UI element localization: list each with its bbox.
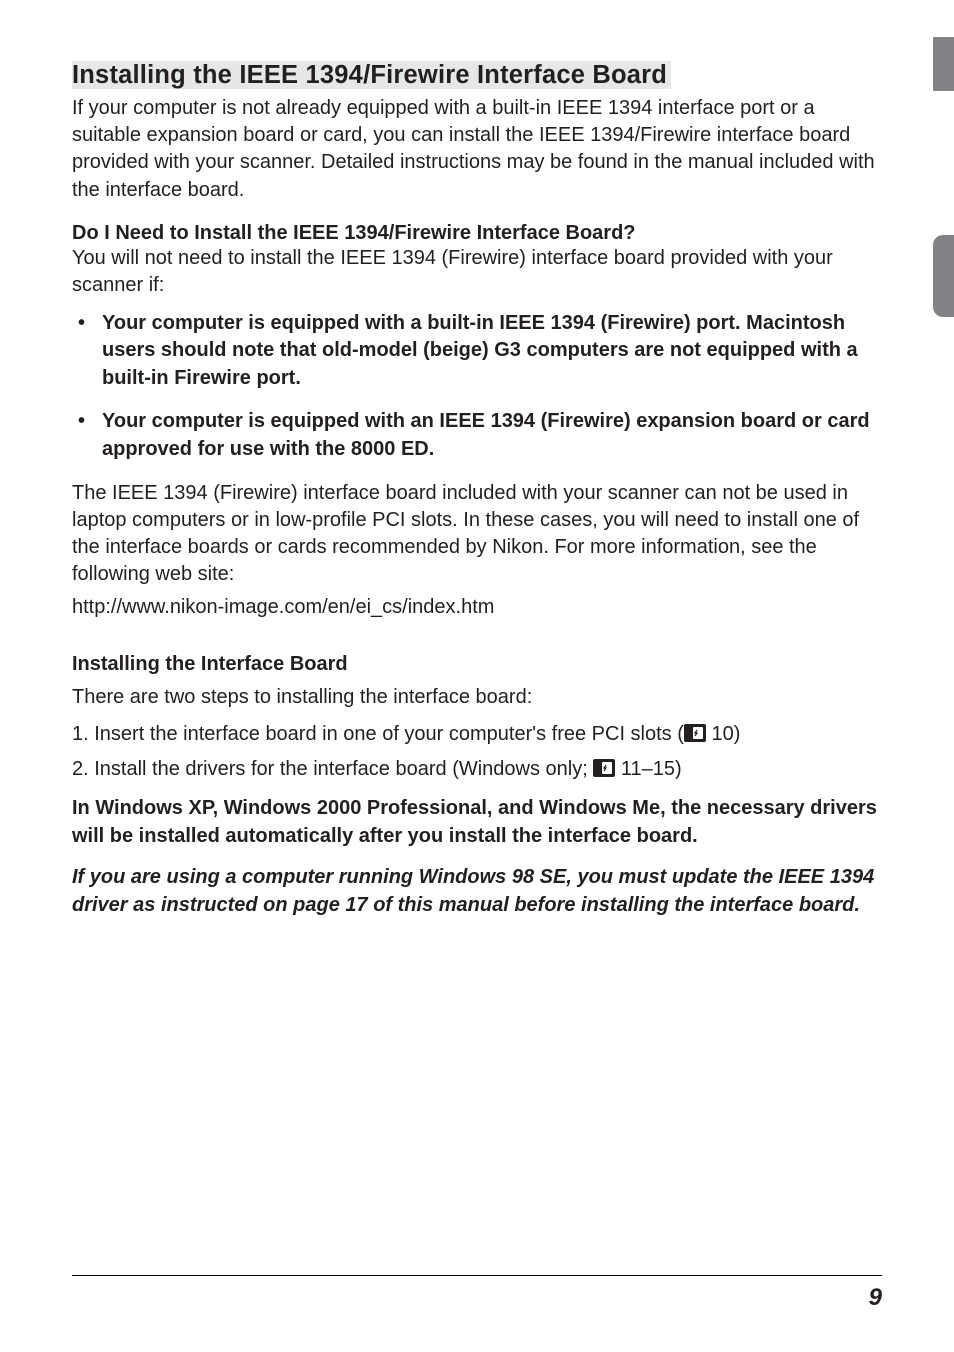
step-1-text: 1. Insert the interface board in one of … xyxy=(72,723,684,745)
step-1-ref: 10) xyxy=(706,723,740,745)
lead-text: You will not need to install the IEEE 13… xyxy=(72,245,882,299)
step-2-text: 2. Install the drivers for the interface… xyxy=(72,758,593,780)
intro-paragraph: If your computer is not already equipped… xyxy=(72,95,882,205)
steps-intro: There are two steps to installing the in… xyxy=(72,686,882,709)
bullet-list: Your computer is equipped with a built-i… xyxy=(72,310,882,464)
paragraph-laptop-note: The IEEE 1394 (Firewire) interface board… xyxy=(72,480,882,589)
footer-rule xyxy=(72,1275,882,1276)
bullet-item: Your computer is equipped with an IEEE 1… xyxy=(72,408,882,463)
step-1: 1. Insert the interface board in one of … xyxy=(72,723,882,746)
page-ref-icon xyxy=(593,759,615,777)
windows-note: In Windows XP, Windows 2000 Professional… xyxy=(72,795,882,850)
page-number: 9 xyxy=(869,1284,882,1312)
section-heading-wrap: Installing the IEEE 1394/Firewire Interf… xyxy=(72,60,882,91)
step-2: 2. Install the drivers for the interface… xyxy=(72,758,882,781)
subheading-need-install: Do I Need to Install the IEEE 1394/Firew… xyxy=(72,222,882,245)
win98-italic-note: If you are using a computer running Wind… xyxy=(72,864,882,919)
step-2-ref: 11–15) xyxy=(615,758,681,780)
url-line: http://www.nikon-image.com/en/ei_cs/inde… xyxy=(72,596,882,619)
section-heading: Installing the IEEE 1394/Firewire Interf… xyxy=(72,61,671,89)
subheading-installing: Installing the Interface Board xyxy=(72,653,882,676)
page-content: Installing the IEEE 1394/Firewire Interf… xyxy=(0,0,954,920)
page-ref-icon xyxy=(684,724,706,742)
bullet-item: Your computer is equipped with a built-i… xyxy=(72,310,882,393)
